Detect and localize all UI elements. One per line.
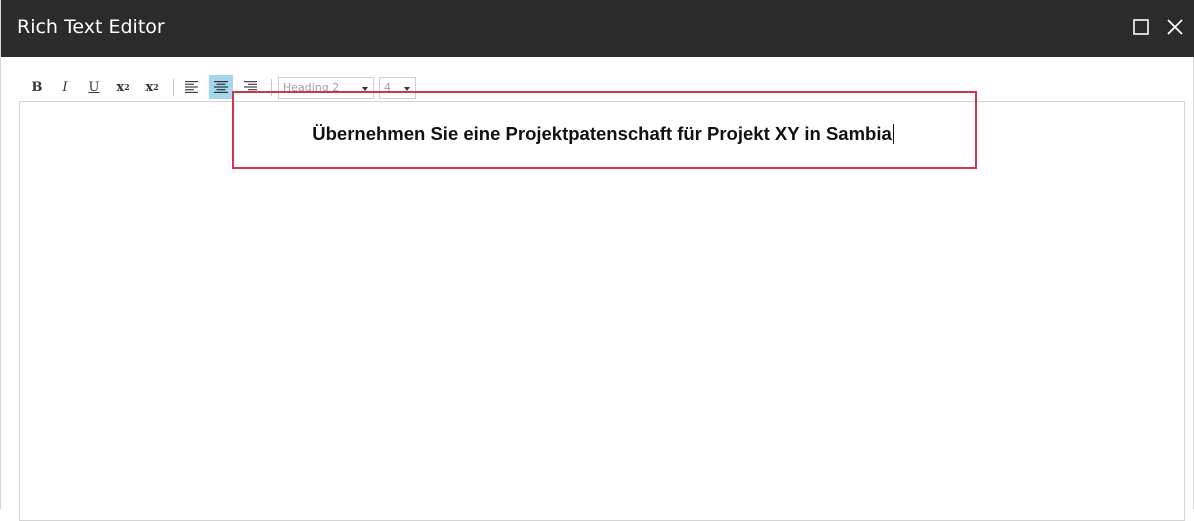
heading-content: Übernehmen Sie eine Projektpatenschaft f… xyxy=(312,123,892,144)
chevron-down-icon xyxy=(404,87,410,91)
font-size-select[interactable]: 4 xyxy=(379,77,416,99)
editor-toolbar: B I U x2 x2 Heading 2 4 xyxy=(23,74,443,100)
font-size-select-value: 4 xyxy=(384,81,391,94)
maximize-icon xyxy=(1133,19,1149,35)
underline-button[interactable]: U xyxy=(82,75,106,99)
italic-label: I xyxy=(62,79,68,95)
toolbar-separator xyxy=(271,79,272,96)
toolbar-separator xyxy=(173,79,174,96)
align-center-icon xyxy=(214,81,228,93)
subscript-label: x xyxy=(116,79,125,95)
close-icon xyxy=(1167,19,1183,35)
align-right-icon xyxy=(244,81,257,93)
maximize-button[interactable] xyxy=(1130,16,1152,38)
bold-button[interactable]: B xyxy=(25,75,49,99)
editor-content-area[interactable]: Übernehmen Sie eine Projektpatenschaft f… xyxy=(19,101,1185,521)
heading-select-value: Heading 2 xyxy=(283,81,340,94)
subscript-mark: 2 xyxy=(124,82,130,92)
subscript-button[interactable]: x2 xyxy=(111,75,135,99)
rich-text-editor-window: Rich Text Editor B I U x2 x2 Heading 2 4… xyxy=(0,0,1194,521)
editor-heading-text[interactable]: Übernehmen Sie eine Projektpatenschaft f… xyxy=(20,123,1186,145)
align-right-button[interactable] xyxy=(238,75,262,99)
italic-button[interactable]: I xyxy=(53,75,77,99)
superscript-mark: 2 xyxy=(153,82,159,92)
bold-label: B xyxy=(31,79,43,95)
align-left-icon xyxy=(185,81,198,93)
title-bar: Rich Text Editor xyxy=(1,0,1194,57)
chevron-down-icon xyxy=(362,87,368,91)
text-cursor xyxy=(892,124,894,144)
close-button[interactable] xyxy=(1164,16,1186,38)
align-left-button[interactable] xyxy=(180,75,204,99)
window-title: Rich Text Editor xyxy=(17,16,165,38)
align-center-button[interactable] xyxy=(209,75,233,99)
underline-label: U xyxy=(88,79,100,95)
superscript-button[interactable]: x2 xyxy=(140,75,164,99)
superscript-label: x xyxy=(145,79,154,95)
heading-select[interactable]: Heading 2 xyxy=(278,77,374,99)
